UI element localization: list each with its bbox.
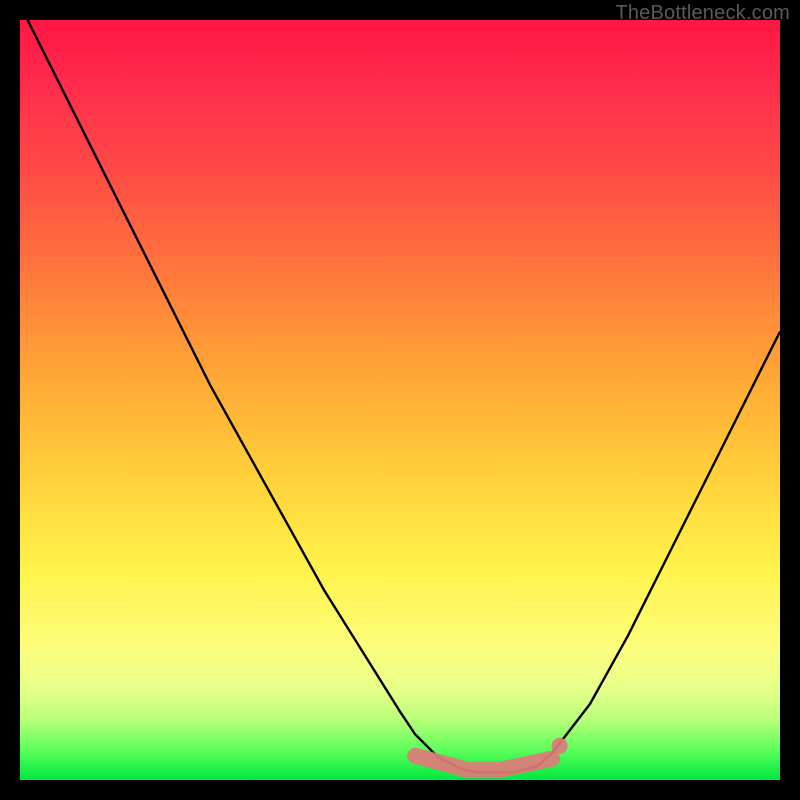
plot-area (20, 20, 780, 780)
valley-highlight-dot (552, 738, 568, 754)
chart-frame: TheBottleneck.com (0, 0, 800, 800)
valley-highlight (415, 756, 552, 770)
bottleneck-curve-svg (20, 20, 780, 780)
bottleneck-curve-path (20, 5, 780, 773)
attribution-label: TheBottleneck.com (615, 2, 790, 25)
